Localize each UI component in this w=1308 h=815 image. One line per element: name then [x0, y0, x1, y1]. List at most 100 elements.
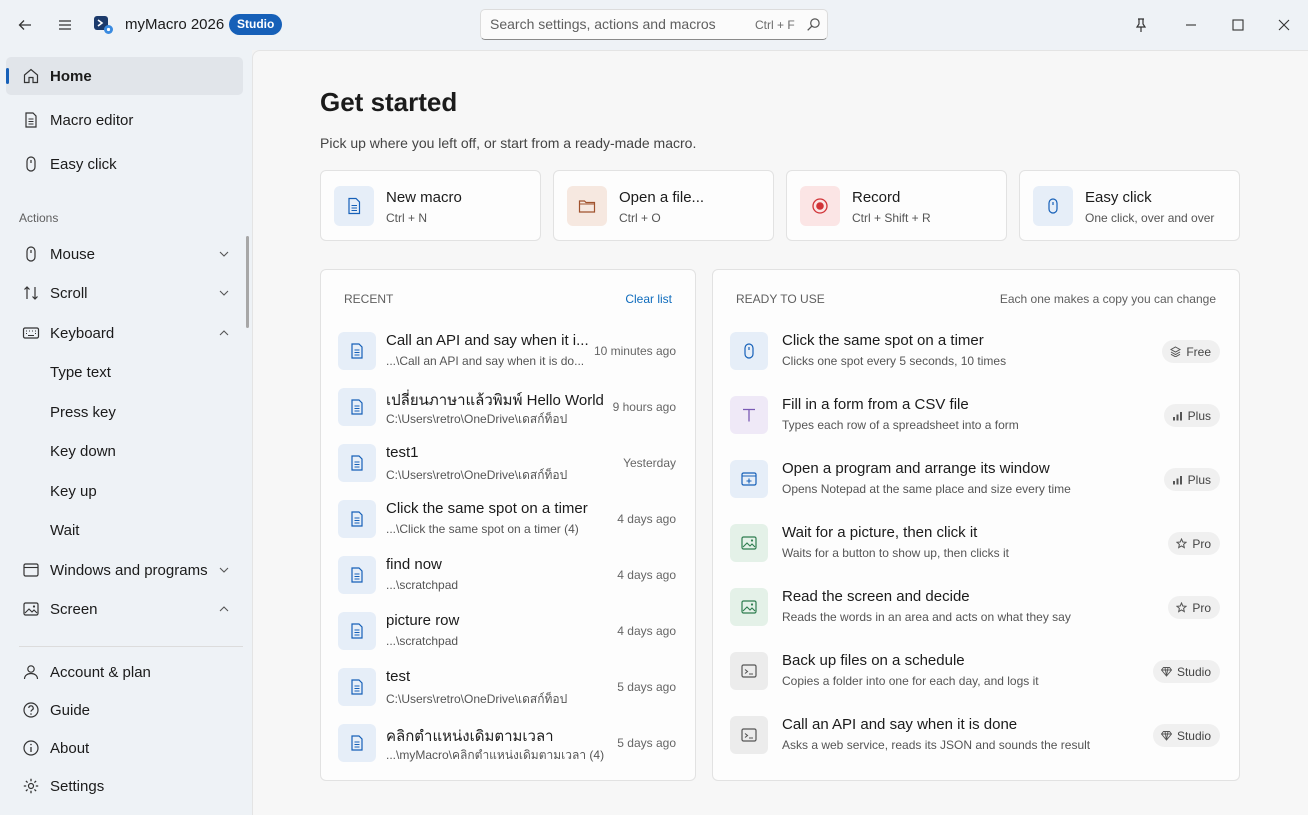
- recent-item-time: 9 hours ago: [612, 400, 676, 414]
- template-item-title: Open a program and arrange its window: [782, 460, 1050, 477]
- tier-label: Studio: [1176, 664, 1211, 679]
- tier-badge: Studio: [1152, 724, 1220, 747]
- sidebar-item-label: Wait: [50, 522, 80, 539]
- sidebar-item-press-key[interactable]: Press key: [6, 393, 243, 431]
- back-button[interactable]: [12, 12, 38, 38]
- template-item-title: Click the same spot on a timer: [782, 332, 984, 349]
- sidebar-item-account[interactable]: Account & plan: [6, 653, 243, 691]
- image-icon: [741, 600, 757, 614]
- document-icon: [348, 197, 361, 215]
- search-input[interactable]: [490, 16, 750, 32]
- card-title: Easy click: [1085, 189, 1152, 206]
- recent-item[interactable]: Click the same spot on a timer ...\Click…: [321, 488, 695, 544]
- template-item-description: Copies a folder into one for each day, a…: [782, 674, 1039, 688]
- tier-label: Studio: [1176, 728, 1211, 743]
- document-icon: [351, 567, 363, 583]
- card-shortcut: Ctrl + Shift + R: [852, 211, 931, 225]
- sidebar-item-guide[interactable]: Guide: [6, 691, 243, 729]
- sidebar-item-key-down[interactable]: Key down: [6, 432, 243, 470]
- sidebar-item-key-up[interactable]: Key up: [6, 472, 243, 510]
- sidebar-scrollbar[interactable]: [246, 236, 249, 328]
- template-item[interactable]: Read the screen and decide Reads the wor…: [713, 576, 1239, 632]
- close-button[interactable]: [1271, 12, 1297, 38]
- recent-item-title: picture row: [386, 612, 460, 629]
- template-item-description: Asks a web service, reads its JSON and s…: [782, 738, 1091, 752]
- mouse-icon: [744, 343, 754, 359]
- recent-item[interactable]: test1 C:\Users\retro\OneDrive\เดสก์ท็อป …: [321, 432, 695, 488]
- template-item-title: Back up files on a schedule: [782, 652, 965, 669]
- recent-item-time: 4 days ago: [617, 568, 676, 582]
- folder-icon: [578, 200, 596, 213]
- recent-item[interactable]: find now ...\scratchpad 4 days ago: [321, 544, 695, 600]
- mouse-icon: [26, 156, 36, 172]
- record-icon: [812, 198, 828, 214]
- template-item[interactable]: Back up files on a schedule Copies a fol…: [713, 640, 1239, 696]
- sidebar-item-type-text[interactable]: Type text: [6, 353, 243, 391]
- pin-button[interactable]: [1128, 12, 1154, 38]
- bars-icon: [1172, 476, 1182, 485]
- sidebar-item-label: Press key: [50, 404, 116, 421]
- recent-item[interactable]: picture row ...\scratchpad 4 days ago: [321, 600, 695, 656]
- open-file-card[interactable]: Open a file... Ctrl + O: [553, 170, 774, 241]
- document-icon: [351, 679, 363, 695]
- recent-item[interactable]: test C:\Users\retro\OneDrive\เดสก์ท็อป 5…: [321, 656, 695, 712]
- tier-label: Plus: [1187, 472, 1211, 487]
- maximize-button[interactable]: [1225, 12, 1251, 38]
- sidebar-item-macro-editor[interactable]: Macro editor: [6, 101, 243, 139]
- search-box[interactable]: Ctrl + F: [480, 9, 828, 40]
- recent-item[interactable]: เปลี่ยนภาษาแล้วพิมพ์ Hello World C:\User…: [321, 376, 695, 432]
- template-item[interactable]: Click the same spot on a timer Clicks on…: [713, 320, 1239, 376]
- tier-badge: Pro: [1168, 532, 1220, 555]
- sidebar-item-screen[interactable]: Screen: [6, 590, 243, 628]
- recent-item-title: Call an API and say when it i...: [386, 332, 589, 349]
- recent-item-icon-box: [338, 332, 376, 370]
- clear-list-link[interactable]: Clear list: [625, 292, 672, 306]
- section-label-actions: Actions: [19, 211, 59, 225]
- search-icon[interactable]: [806, 17, 821, 32]
- home-icon: [23, 68, 39, 84]
- template-item[interactable]: Wait for a picture, then click it Waits …: [713, 512, 1239, 568]
- sidebar-item-settings[interactable]: Settings: [6, 767, 243, 805]
- template-item-title: Fill in a form from a CSV file: [782, 396, 969, 413]
- sidebar-item-windows-and-programs[interactable]: Windows and programs: [6, 551, 243, 589]
- sidebar-item-easy-click[interactable]: Easy click: [6, 145, 243, 183]
- gear-icon: [23, 778, 39, 794]
- template-item[interactable]: Fill in a form from a CSV file Types eac…: [713, 384, 1239, 440]
- recent-item-time: Yesterday: [623, 456, 676, 470]
- new-macro-card[interactable]: New macro Ctrl + N: [320, 170, 541, 241]
- template-item[interactable]: Open a program and arrange its window Op…: [713, 448, 1239, 504]
- sidebar-item-label: Keyboard: [50, 325, 115, 342]
- template-item-icon-box: [730, 332, 768, 370]
- minimize-button[interactable]: [1178, 12, 1204, 38]
- text-icon: [743, 408, 755, 422]
- sidebar-item-mouse[interactable]: Mouse: [6, 235, 243, 273]
- template-item-icon-box: [730, 460, 768, 498]
- recent-item-icon-box: [338, 668, 376, 706]
- menu-button[interactable]: [52, 12, 78, 38]
- terminal-icon: [741, 664, 757, 678]
- sidebar-item-home[interactable]: Home: [6, 57, 243, 95]
- recent-item[interactable]: Call an API and say when it i... ...\Cal…: [321, 320, 695, 376]
- record-card[interactable]: Record Ctrl + Shift + R: [786, 170, 1007, 241]
- card-shortcut: Ctrl + N: [386, 211, 428, 225]
- sidebar-item-label: About: [50, 740, 90, 757]
- recent-item-path: ...\myMacro\คลิกตำแหน่งเดิมตามเวลา (4): [386, 748, 605, 762]
- sidebar-item-about[interactable]: About: [6, 729, 243, 767]
- template-item[interactable]: Call an API and say when it is done Asks…: [713, 704, 1239, 760]
- recent-header: RECENT: [344, 292, 394, 306]
- qa-icon-box: [334, 186, 374, 226]
- sidebar-item-keyboard[interactable]: Keyboard: [6, 314, 243, 352]
- sidebar-item-wait[interactable]: Wait: [6, 511, 243, 549]
- app-title: myMacro 2026: [125, 16, 225, 33]
- card-title: Record: [852, 189, 901, 206]
- recent-item-time: 5 days ago: [617, 736, 676, 750]
- tier-label: Plus: [1187, 408, 1211, 423]
- template-item-description: Waits for a button to show up, then clic…: [782, 546, 1009, 560]
- pin-icon: [1135, 18, 1147, 32]
- sidebar-item-scroll[interactable]: Scroll: [6, 274, 243, 312]
- easy-click-card[interactable]: Easy click One click, over and over: [1019, 170, 1240, 241]
- qa-icon-box: [567, 186, 607, 226]
- chevron-down-icon: [219, 567, 229, 573]
- recent-item[interactable]: คลิกตำแหน่งเดิมตามเวลา ...\myMacro\คลิกต…: [321, 712, 695, 768]
- page-subtitle: Pick up where you left off, or start fro…: [320, 135, 697, 151]
